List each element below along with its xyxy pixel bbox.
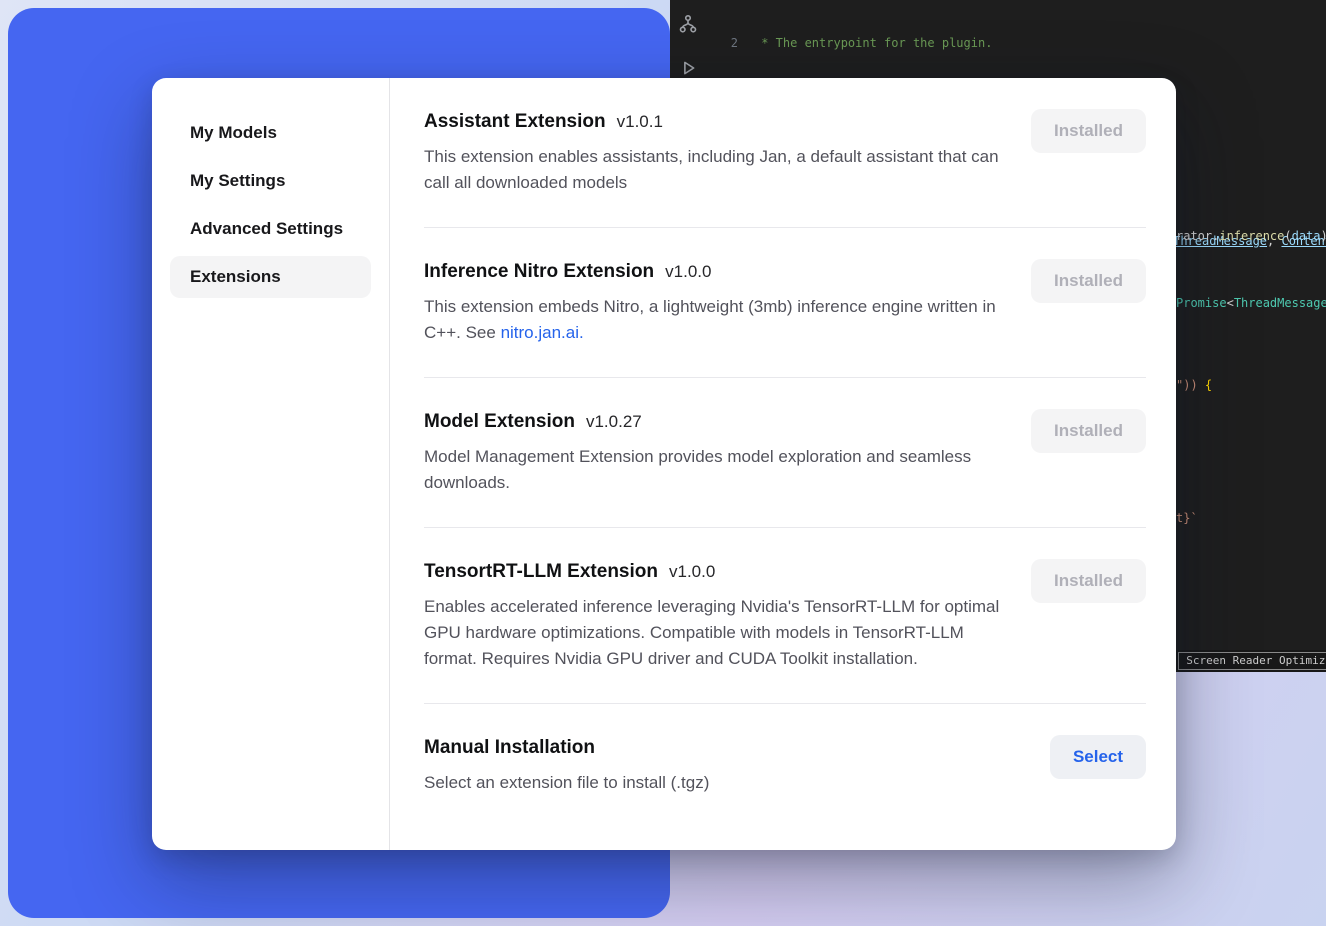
extension-row-tensorrt: TensortRT-LLM Extension v1.0.0 Enables a… [424,528,1146,704]
code-fragment: ")) { [1176,378,1212,392]
code-fragment: Promise<ThreadMessage> [1176,296,1326,310]
manual-installation-title: Manual Installation [424,735,595,761]
installed-button[interactable]: Installed [1031,259,1146,303]
code-token: < [1227,296,1234,310]
run-debug-icon[interactable] [678,58,698,78]
installed-button[interactable]: Installed [1031,109,1146,153]
extension-version: v1.0.0 [669,559,715,585]
extension-row-model: Model Extension v1.0.27 Model Management… [424,378,1146,528]
extension-description: This extension enables assistants, inclu… [424,144,1002,196]
code-token: ( [1284,229,1291,243]
extension-description: Enables accelerated inference leveraging… [424,594,1002,672]
code-token: t}` [1176,511,1198,525]
code-token: )); [1321,229,1326,243]
extension-title: Assistant Extension [424,109,606,135]
sidebar-item-my-models[interactable]: My Models [170,112,371,154]
screen-reader-status-badge[interactable]: Screen Reader Optimize [1178,652,1326,670]
sidebar-item-my-settings[interactable]: My Settings [170,160,371,202]
manual-installation-row: Manual Installation Select an extension … [424,704,1146,827]
extension-info: Manual Installation Select an extension … [424,735,1002,796]
extension-title: Inference Nitro Extension [424,259,654,285]
code-token: rator. [1176,229,1219,243]
sidebar-item-extensions[interactable]: Extensions [170,256,371,298]
nitro-link[interactable]: nitro.jan.ai. [501,323,584,342]
code-token: inference [1219,229,1284,243]
code-token: ThreadMessage [1234,296,1326,310]
installed-button[interactable]: Installed [1031,409,1146,453]
extension-header: Assistant Extension v1.0.1 [424,109,1002,135]
extension-info: Assistant Extension v1.0.1 This extensio… [424,109,1002,196]
extension-row-nitro: Inference Nitro Extension v1.0.0 This ex… [424,228,1146,378]
code-token: Promise [1176,296,1227,310]
extension-version: v1.0.1 [617,109,663,135]
extension-version: v1.0.27 [586,409,642,435]
extension-description: This extension embeds Nitro, a lightweig… [424,294,1002,346]
settings-modal: My Models My Settings Advanced Settings … [152,78,1176,850]
extensions-panel: Assistant Extension v1.0.1 This extensio… [390,78,1176,850]
code-line: 2 * The entrypoint for the plugin. [706,35,1326,52]
extension-header: TensortRT-LLM Extension v1.0.0 [424,559,1002,585]
code-fragment: rator.inference(data)); [1176,229,1326,243]
settings-sidebar: My Models My Settings Advanced Settings … [152,78,390,850]
extension-header: Inference Nitro Extension v1.0.0 [424,259,1002,285]
code-token: ")) [1176,378,1205,392]
manual-installation-description: Select an extension file to install (.tg… [424,770,1002,796]
extension-info: Inference Nitro Extension v1.0.0 This ex… [424,259,1002,346]
extension-title: Model Extension [424,409,575,435]
extension-row-assistant: Assistant Extension v1.0.1 This extensio… [424,78,1146,228]
extension-title: TensortRT-LLM Extension [424,559,658,585]
extension-header: Manual Installation [424,735,1002,761]
source-control-icon[interactable] [678,14,698,34]
extension-header: Model Extension v1.0.27 [424,409,1002,435]
extension-description: Model Management Extension provides mode… [424,444,1002,496]
extension-info: Model Extension v1.0.27 Model Management… [424,409,1002,496]
code-token: data [1292,229,1321,243]
code-token: { [1205,378,1212,392]
select-file-button[interactable]: Select [1050,735,1146,779]
extension-info: TensortRT-LLM Extension v1.0.0 Enables a… [424,559,1002,672]
line-number: 2 [706,35,738,52]
sidebar-item-advanced-settings[interactable]: Advanced Settings [170,208,371,250]
extension-version: v1.0.0 [665,259,711,285]
code-comment: * The entrypoint for the plugin. [754,36,992,50]
code-fragment: t}` [1176,511,1198,525]
installed-button[interactable]: Installed [1031,559,1146,603]
